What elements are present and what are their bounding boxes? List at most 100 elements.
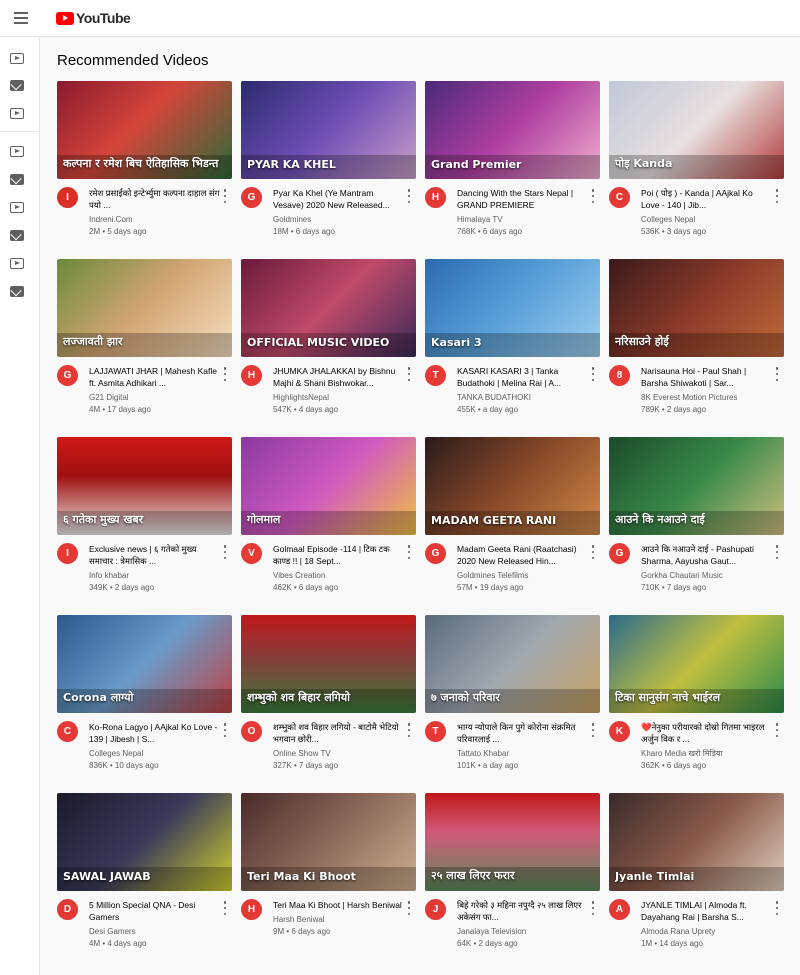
video-title[interactable]: Poi ( पोइ ) - Kanda | AAjkal Ko Love - 1…: [641, 187, 773, 211]
video-title[interactable]: KASARI KASARI 3 | Tanka Budathoki | Meli…: [457, 365, 589, 389]
channel-name[interactable]: Harsh Beniwal: [273, 914, 405, 926]
channel-name[interactable]: Colleges Nepal: [89, 748, 221, 760]
video-card[interactable]: ६ गतेका मुख्य खबर I Exclusive news | ६ गते…: [57, 437, 233, 615]
video-thumbnail[interactable]: आउने कि नआउने दाई: [609, 437, 784, 535]
video-thumbnail[interactable]: Jyanle Timlai: [609, 793, 784, 891]
channel-avatar[interactable]: I: [57, 187, 78, 208]
channel-name[interactable]: Tattato Khabar: [457, 748, 589, 760]
video-card[interactable]: OFFICIAL MUSIC VIDEO H JHUMKA JHALAKKAI by…: [241, 259, 417, 437]
video-card[interactable]: गोलमाल V Golmaal Episode -114 | टिक टक काण…: [241, 437, 417, 615]
video-card[interactable]: SAWAL JAWAB D 5 Million Special QNA - Desi…: [57, 793, 233, 971]
channel-avatar[interactable]: 8: [609, 365, 630, 386]
video-thumbnail[interactable]: २५ लाख लिएर फरार: [425, 793, 600, 891]
more-options-icon[interactable]: [591, 367, 595, 381]
video-thumbnail[interactable]: Corona लाग्यो: [57, 615, 232, 713]
channel-name[interactable]: Desi Gamers: [89, 926, 221, 938]
channel-avatar[interactable]: C: [609, 187, 630, 208]
more-options-icon[interactable]: [775, 901, 779, 915]
more-options-icon[interactable]: [223, 723, 227, 737]
more-options-icon[interactable]: [407, 189, 411, 203]
channel-name[interactable]: Goldmines Telefilms: [457, 570, 589, 582]
mail-icon[interactable]: [10, 230, 24, 241]
play-square-icon[interactable]: [10, 108, 24, 119]
channel-avatar[interactable]: T: [425, 721, 446, 742]
mail-icon[interactable]: [10, 174, 24, 185]
video-card[interactable]: Teri Maa Ki Bhoot H Teri Maa Ki Bhoot | Ha…: [241, 793, 417, 971]
channel-name[interactable]: Kharo Media खरो मिडिया: [641, 748, 773, 760]
channel-avatar[interactable]: K: [609, 721, 630, 742]
video-card[interactable]: आउने कि नआउने दाई G आउने कि नआउने दाई - Pa…: [609, 437, 785, 615]
video-thumbnail[interactable]: SAWAL JAWAB: [57, 793, 232, 891]
video-title[interactable]: Pyar Ka Khel (Ye Mantram Vesave) 2020 Ne…: [273, 187, 405, 211]
video-card[interactable]: शम्भुको शव बिहार लगियो O शम्भुको शव विहार …: [241, 615, 417, 793]
video-card[interactable]: लज्जावती झार G LAJJAWATI JHAR | Mahesh Kaf…: [57, 259, 233, 437]
channel-name[interactable]: Himalaya TV: [457, 214, 589, 226]
channel-name[interactable]: Colleges Nepal: [641, 214, 773, 226]
video-thumbnail[interactable]: शम्भुको शव बिहार लगियो: [241, 615, 416, 713]
video-title[interactable]: भाग्य न्योपाले किन पुगे कोरोना संक्रमित …: [457, 721, 589, 745]
more-options-icon[interactable]: [223, 189, 227, 203]
video-card[interactable]: Corona लाग्यो C Ko-Rona Lagyo | AAjkal Ko …: [57, 615, 233, 793]
channel-avatar[interactable]: G: [241, 187, 262, 208]
channel-name[interactable]: Janalaya Television: [457, 926, 589, 938]
more-options-icon[interactable]: [775, 189, 779, 203]
more-options-icon[interactable]: [591, 189, 595, 203]
video-card[interactable]: Jyanle Timlai A JYANLE TIMLAI | Almoda ft.…: [609, 793, 785, 971]
video-title[interactable]: JHUMKA JHALAKKAI by Bishnu Majhi & Shani…: [273, 365, 405, 389]
video-card[interactable]: २५ लाख लिएर फरार J बिहे गरेको ३ महिना नपुग…: [425, 793, 601, 971]
channel-name[interactable]: Vibes Creation: [273, 570, 405, 582]
channel-avatar[interactable]: J: [425, 899, 446, 920]
video-title[interactable]: Dancing With the Stars Nepal | GRAND PRE…: [457, 187, 589, 211]
youtube-logo[interactable]: YouTube: [56, 9, 131, 27]
channel-name[interactable]: Gorkha Chautari Music: [641, 570, 773, 582]
channel-name[interactable]: HighlightsNepal: [273, 392, 405, 404]
video-thumbnail[interactable]: Teri Maa Ki Bhoot: [241, 793, 416, 891]
video-thumbnail[interactable]: Grand Premier: [425, 81, 600, 179]
channel-avatar[interactable]: G: [425, 543, 446, 564]
mail-icon[interactable]: [10, 286, 24, 297]
more-options-icon[interactable]: [591, 723, 595, 737]
play-square-icon[interactable]: [10, 53, 24, 64]
play-square-icon[interactable]: [10, 202, 24, 213]
channel-avatar[interactable]: G: [609, 543, 630, 564]
channel-avatar[interactable]: H: [425, 187, 446, 208]
video-title[interactable]: शम्भुको शव विहार लगियो - बाटोमै भेटियो भ…: [273, 721, 405, 745]
more-options-icon[interactable]: [407, 545, 411, 559]
video-thumbnail[interactable]: ६ गतेका मुख्य खबर: [57, 437, 232, 535]
video-card[interactable]: कल्पना र रमेश बिच ऐतिहासिक भिडन्त I रमेश प…: [57, 81, 233, 259]
video-card[interactable]: Kasari 3 T KASARI KASARI 3 | Tanka Budatho…: [425, 259, 601, 437]
video-title[interactable]: Golmaal Episode -114 | टिक टक काण्ड !! |…: [273, 543, 405, 567]
channel-name[interactable]: Indreni.Com: [89, 214, 221, 226]
video-thumbnail[interactable]: नरिसाउने होई: [609, 259, 784, 357]
video-title[interactable]: बिहे गरेको ३ महिना नपुग्दै २५ लाख लिएर अ…: [457, 899, 589, 923]
channel-avatar[interactable]: C: [57, 721, 78, 742]
more-options-icon[interactable]: [223, 901, 227, 915]
video-thumbnail[interactable]: PYAR KA KHEL: [241, 81, 416, 179]
video-thumbnail[interactable]: गोलमाल: [241, 437, 416, 535]
video-thumbnail[interactable]: लज्जावती झार: [57, 259, 232, 357]
video-title[interactable]: Madam Geeta Rani (Raatchasi) 2020 New Re…: [457, 543, 589, 567]
play-square-icon[interactable]: [10, 146, 24, 157]
channel-avatar[interactable]: H: [241, 899, 262, 920]
channel-avatar[interactable]: D: [57, 899, 78, 920]
channel-avatar[interactable]: I: [57, 543, 78, 564]
video-thumbnail[interactable]: Kasari 3: [425, 259, 600, 357]
play-square-icon[interactable]: [10, 258, 24, 269]
video-card[interactable]: Grand Premier H Dancing With the Stars Nep…: [425, 81, 601, 259]
more-options-icon[interactable]: [407, 723, 411, 737]
video-card[interactable]: MADAM GEETA RANI G Madam Geeta Rani (Raatc…: [425, 437, 601, 615]
more-options-icon[interactable]: [591, 901, 595, 915]
video-title[interactable]: ❤️नेनुका परीयारको दोस्रो गितमा भाइरल अर्…: [641, 721, 773, 745]
video-thumbnail[interactable]: MADAM GEETA RANI: [425, 437, 600, 535]
more-options-icon[interactable]: [407, 901, 411, 915]
channel-avatar[interactable]: G: [57, 365, 78, 386]
video-thumbnail[interactable]: ७ जनाको परिवार: [425, 615, 600, 713]
channel-name[interactable]: 8K Everest Motion Pictures: [641, 392, 773, 404]
channel-avatar[interactable]: A: [609, 899, 630, 920]
video-title[interactable]: Teri Maa Ki Bhoot | Harsh Beniwal: [273, 899, 405, 911]
video-title[interactable]: JYANLE TIMLAI | Almoda ft. Dayahang Rai …: [641, 899, 773, 923]
video-card[interactable]: पोइ Kanda C Poi ( पोइ ) - Kanda | AAjkal K…: [609, 81, 785, 259]
video-card[interactable]: टिका सानुसंग नाचे भाईरल K ❤️नेनुका परीयारक…: [609, 615, 785, 793]
more-options-icon[interactable]: [775, 545, 779, 559]
video-thumbnail[interactable]: OFFICIAL MUSIC VIDEO: [241, 259, 416, 357]
